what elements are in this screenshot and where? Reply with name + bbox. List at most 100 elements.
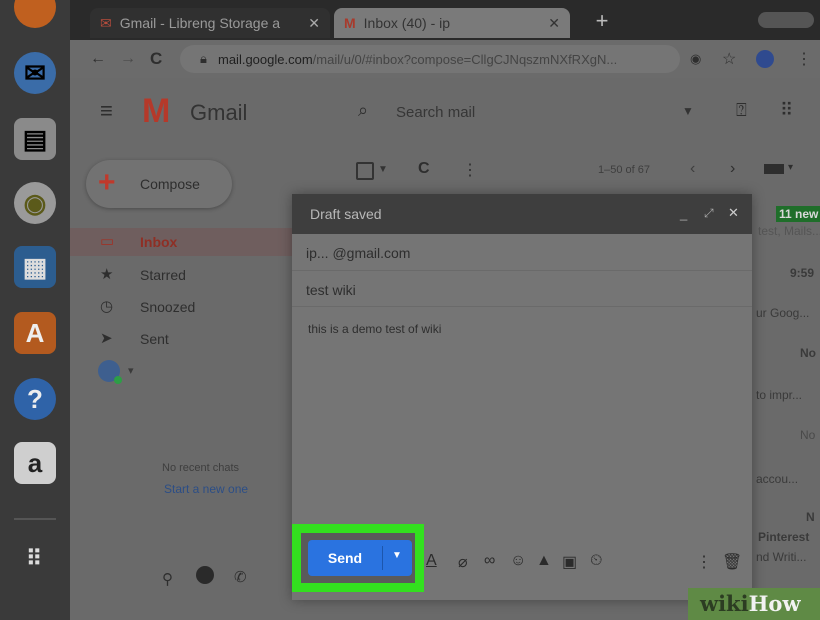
send-button[interactable]: Send <box>308 540 382 576</box>
apps-grid-icon[interactable]: ⠿ <box>780 100 793 121</box>
divider <box>292 270 752 271</box>
gmail-logo-icon: M <box>142 92 171 130</box>
rhythmbox-icon[interactable]: ◉ <box>14 182 56 224</box>
wikihow-watermark: wikiHow <box>688 588 820 620</box>
wikihow-logo-wiki: wiki <box>700 591 749 616</box>
extension-icon[interactable] <box>756 50 774 68</box>
confidential-mode-icon[interactable]: ⏲ <box>590 552 602 570</box>
start-chat-link[interactable]: Start a new one <box>164 482 248 496</box>
more-options-icon[interactable]: ⋮ <box>462 160 478 180</box>
photo-icon[interactable]: ▣ <box>562 552 577 572</box>
gmail-favicon-icon: M <box>344 15 356 31</box>
forward-icon[interactable]: → <box>120 50 136 68</box>
software-center-icon[interactable]: A <box>14 312 56 354</box>
subject-field[interactable]: test wiki <box>306 282 356 298</box>
search-icon[interactable]: ⌕ <box>358 100 368 121</box>
fullscreen-icon[interactable]: ⤢ <box>704 206 714 221</box>
thunderbird-icon[interactable]: ✉ <box>14 52 56 94</box>
bookmark-star-icon[interactable]: ☆ <box>722 49 736 69</box>
input-tools-dropdown-icon[interactable]: ▾ <box>788 162 793 173</box>
tab-label: Gmail - Libreng Storage a <box>119 15 281 31</box>
select-dropdown-icon[interactable]: ▼ <box>378 164 388 175</box>
formatting-icon[interactable]: A <box>426 552 437 570</box>
files-icon[interactable]: ▤ <box>14 118 56 160</box>
contacts-icon[interactable]: ⚲ <box>162 570 173 588</box>
row-time: No <box>800 428 816 442</box>
next-page-icon[interactable]: › <box>730 160 735 178</box>
tab-label: Inbox (40) - ip <box>363 15 451 31</box>
no-chats-text: No recent chats <box>162 462 240 474</box>
discard-draft-icon[interactable]: 🗑︎ <box>722 552 742 572</box>
drive-icon[interactable]: ▲ <box>536 552 552 570</box>
select-all-checkbox[interactable] <box>356 162 374 180</box>
close-tab-icon[interactable]: ✕ <box>308 15 320 32</box>
lock-icon: 🔒︎ <box>200 51 207 66</box>
pagination-text: 1–50 of 67 <box>598 164 650 176</box>
phone-icon[interactable]: ✆ <box>234 568 247 586</box>
attach-icon[interactable]: ⌀ <box>458 552 468 572</box>
row-snippet[interactable]: accou... <box>756 472 798 486</box>
send-button-group: Send ▼ <box>308 540 412 576</box>
help-circle-icon[interactable]: ⍰ <box>736 100 747 121</box>
sidebar-item-snoozed[interactable]: Snoozed <box>140 299 195 315</box>
link-icon[interactable]: ∞ <box>484 552 495 570</box>
amazon-icon[interactable]: a <box>14 442 56 484</box>
app-grid-icon[interactable]: ⠿ <box>14 538 56 580</box>
new-badge: 11 new <box>776 206 820 222</box>
row-snippet[interactable]: to impr... <box>756 388 802 402</box>
row-snippet[interactable]: ur Goog... <box>756 306 809 320</box>
url-path: /mail/u/0/#inbox?compose=CllgCJNqszmNXfR… <box>312 52 618 67</box>
sidebar-item-sent[interactable]: Sent <box>140 331 169 347</box>
libreoffice-writer-icon[interactable]: ▦ <box>14 246 56 288</box>
gmail-favicon-icon: ✉ <box>100 14 112 31</box>
reload-icon[interactable]: C <box>150 49 162 69</box>
search-options-icon[interactable]: ▼ <box>682 104 694 118</box>
send-options-icon[interactable]: ▼ <box>392 550 402 561</box>
star-icon: ★ <box>100 266 114 283</box>
gmail-logo-text: Gmail <box>190 100 248 125</box>
ubuntu-launcher: ✉ ▤ ◉ ▦ A ? a ⠿ <box>0 0 70 620</box>
search-input[interactable]: Search mail <box>396 104 475 121</box>
tab-gmail-storage[interactable]: ✉ Gmail - Libreng Storage a ✕ <box>90 8 330 38</box>
url-host: mail.google.com <box>218 52 313 67</box>
row-time: N <box>806 510 815 524</box>
keyboard-icon[interactable] <box>764 164 784 174</box>
launcher-divider <box>14 518 56 520</box>
help-icon[interactable]: ? <box>14 378 56 420</box>
send-divider <box>382 546 383 570</box>
close-compose-icon[interactable]: ✕ <box>728 205 739 221</box>
refresh-icon[interactable]: C <box>418 160 430 178</box>
send-arrow-icon: ➤ <box>100 330 113 347</box>
emoji-icon[interactable]: ☺ <box>510 552 526 570</box>
prev-page-icon[interactable]: ‹ <box>690 160 695 178</box>
url-text[interactable]: mail.google.com/mail/u/0/#inbox?compose=… <box>218 52 617 67</box>
window-controls[interactable] <box>758 12 814 28</box>
compose-title: Draft saved <box>310 206 382 222</box>
clock-icon: ◷ <box>100 298 114 315</box>
online-status-dot <box>114 376 122 384</box>
wikihow-logo: wikiHow <box>700 591 801 616</box>
row-snippet[interactable]: test, Mails... <box>758 224 820 238</box>
sidebar-item-inbox[interactable]: Inbox <box>140 234 177 250</box>
close-tab-icon[interactable]: ✕ <box>548 15 560 32</box>
recipient-field[interactable]: ip... @gmail.com <box>306 245 410 261</box>
row-sender[interactable]: Pinterest <box>758 530 809 544</box>
tab-inbox[interactable]: M Inbox (40) - ip ✕ <box>334 8 570 38</box>
compose-button[interactable]: + Compose <box>86 160 232 208</box>
hangouts-user-dropdown[interactable]: ▾ <box>128 364 134 377</box>
sidebar-item-starred[interactable]: Starred <box>140 267 186 283</box>
wikihow-logo-how: How <box>748 591 801 616</box>
eye-icon[interactable]: ◉ <box>690 51 701 67</box>
back-icon[interactable]: ← <box>90 50 106 68</box>
message-body[interactable]: this is a demo test of wiki <box>308 322 441 336</box>
row-snippet[interactable]: nd Writi... <box>756 550 806 564</box>
inbox-icon: ▭ <box>100 233 115 250</box>
firefox-icon[interactable] <box>14 0 56 28</box>
more-compose-options-icon[interactable]: ⋮ <box>696 552 712 572</box>
main-menu-icon[interactable]: ≡ <box>100 98 113 124</box>
hangouts-icon[interactable] <box>196 566 214 584</box>
chrome-menu-icon[interactable]: ⋮ <box>796 49 812 69</box>
plus-icon: + <box>98 166 116 199</box>
minimize-icon[interactable]: _ <box>680 206 687 221</box>
new-tab-icon[interactable]: + <box>582 8 622 38</box>
